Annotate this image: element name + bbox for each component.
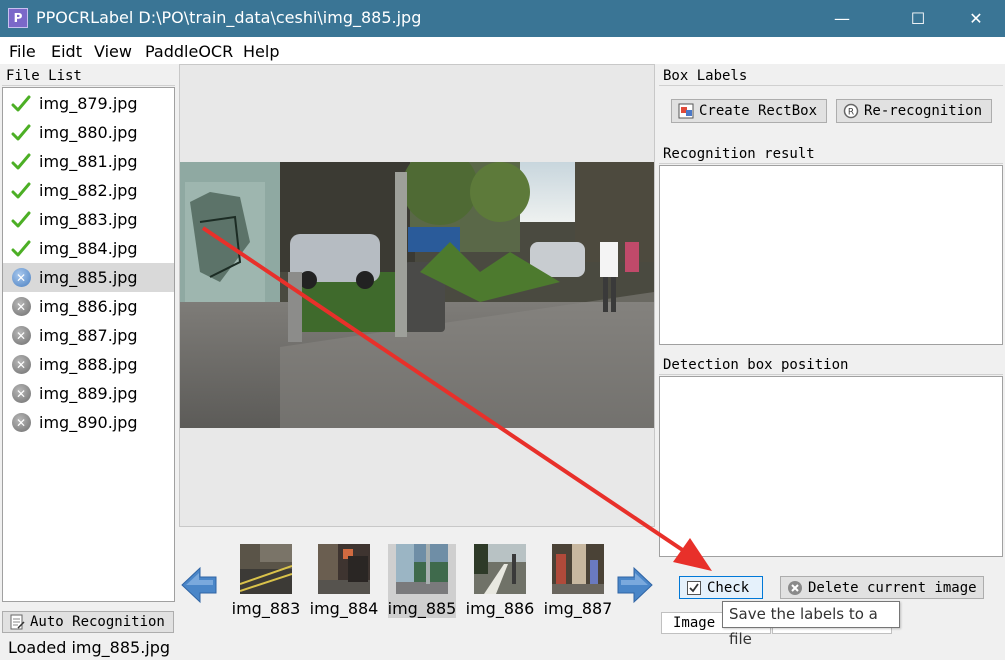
menu-help[interactable]: Help xyxy=(243,42,279,61)
menu-bar: File Eidt View PaddleOCR Help xyxy=(0,37,1005,64)
check-mark-icon xyxy=(11,123,31,143)
thumbnail-item[interactable]: img_884 xyxy=(310,544,378,618)
file-name: img_882.jpg xyxy=(39,181,138,200)
create-rectbox-label: Create RectBox xyxy=(699,103,818,119)
check-mark-icon xyxy=(11,152,31,172)
thumbnail-item[interactable]: img_887 xyxy=(544,544,612,618)
file-list-item[interactable]: ✕ img_886.jpg xyxy=(3,292,174,321)
x-circle-icon: ✕ xyxy=(11,268,31,287)
thumbnail-label: img_883 xyxy=(231,599,301,618)
check-label: Check xyxy=(707,579,750,596)
file-name: img_880.jpg xyxy=(39,123,138,142)
file-name: img_887.jpg xyxy=(39,326,138,345)
file-list-item[interactable]: ✕ img_888.jpg xyxy=(3,350,174,379)
menu-file[interactable]: File xyxy=(9,42,36,61)
x-circle-icon: ✕ xyxy=(11,297,31,316)
file-list-item[interactable]: ✕ img_887.jpg xyxy=(3,321,174,350)
check-button[interactable]: Check xyxy=(679,576,763,599)
file-list-item[interactable]: img_882.jpg xyxy=(3,176,174,205)
unchecked-x-icon: ✕ xyxy=(11,268,31,288)
file-list-item[interactable]: img_880.jpg xyxy=(3,118,174,147)
thumbnail-image xyxy=(318,544,370,594)
file-name: img_886.jpg xyxy=(39,297,138,316)
thumbnail-label: img_887 xyxy=(543,599,613,618)
thumbnail-label: img_885 xyxy=(387,599,457,618)
detection-box-header: Detection box position xyxy=(659,355,1003,375)
auto-recognition-icon xyxy=(9,614,25,630)
file-list-header: File List xyxy=(2,66,175,86)
check-mark-icon xyxy=(11,181,31,201)
rectbox-icon xyxy=(678,103,694,119)
window-title: PPOCRLabel D:\PO\train_data\ceshi\img_88… xyxy=(36,8,422,27)
create-rectbox-button[interactable]: Create RectBox xyxy=(671,99,827,123)
x-circle-icon: ✕ xyxy=(11,326,31,345)
check-mark-icon xyxy=(11,210,31,230)
unchecked-x-icon: ✕ xyxy=(11,384,31,404)
auto-recognition-label: Auto Recognition xyxy=(30,614,165,630)
recognition-result-list[interactable] xyxy=(659,165,1003,345)
unchecked-x-icon: ✕ xyxy=(11,297,31,317)
re-recognition-icon: R xyxy=(843,103,859,119)
file-name: img_883.jpg xyxy=(39,210,138,229)
check-mark-icon xyxy=(11,94,31,114)
thumbnail-image xyxy=(396,544,448,594)
status-bar: Loaded img_885.jpg xyxy=(8,638,171,657)
x-circle-icon: ✕ xyxy=(11,355,31,374)
x-circle-icon: ✕ xyxy=(11,413,31,432)
delete-current-image-button[interactable]: Delete current image xyxy=(780,576,984,599)
re-recognition-button[interactable]: R Re-recognition xyxy=(836,99,992,123)
thumbnail-image xyxy=(474,544,526,594)
street-photo xyxy=(180,162,654,428)
file-list-item[interactable]: ✕ img_890.jpg xyxy=(3,408,174,437)
file-name: img_888.jpg xyxy=(39,355,138,374)
prev-image-arrow[interactable] xyxy=(180,566,218,604)
file-list-item[interactable]: img_883.jpg xyxy=(3,205,174,234)
image-canvas[interactable] xyxy=(179,64,655,527)
maximize-button[interactable]: ☐ xyxy=(895,0,941,37)
unchecked-x-icon: ✕ xyxy=(11,355,31,375)
file-name: img_879.jpg xyxy=(39,94,138,113)
svg-text:R: R xyxy=(848,108,854,118)
menu-view[interactable]: View xyxy=(94,42,132,61)
delete-icon xyxy=(787,580,803,596)
file-name: img_884.jpg xyxy=(39,239,138,258)
file-list-item[interactable]: ✕ img_889.jpg xyxy=(3,379,174,408)
menu-paddleocr[interactable]: PaddleOCR xyxy=(145,42,233,61)
close-button[interactable]: ✕ xyxy=(953,0,999,37)
auto-recognition-button[interactable]: Auto Recognition xyxy=(2,611,174,633)
file-list-item[interactable]: ✕ img_885.jpg xyxy=(3,263,174,292)
recognition-result-header: Recognition result xyxy=(659,144,1003,164)
app-icon: P xyxy=(8,8,28,28)
box-labels-header: Box Labels xyxy=(659,66,1003,86)
file-name: img_881.jpg xyxy=(39,152,138,171)
check-mark-icon xyxy=(11,239,31,259)
next-image-arrow[interactable] xyxy=(616,566,654,604)
thumbnail-item-selected[interactable]: img_885 xyxy=(388,544,456,618)
thumbnail-label: img_886 xyxy=(465,599,535,618)
menu-edit[interactable]: Eidt xyxy=(51,42,82,61)
file-list-item[interactable]: img_884.jpg xyxy=(3,234,174,263)
re-recognition-label: Re-recognition xyxy=(864,103,983,119)
file-name: img_889.jpg xyxy=(39,384,138,403)
title-bar: P PPOCRLabel D:\PO\train_data\ceshi\img_… xyxy=(0,0,1005,37)
thumbnail-image xyxy=(552,544,604,594)
file-name: img_890.jpg xyxy=(39,413,138,432)
unchecked-x-icon: ✕ xyxy=(11,326,31,346)
file-list-item[interactable]: img_881.jpg xyxy=(3,147,174,176)
thumbnail-item[interactable]: img_886 xyxy=(466,544,534,618)
file-list-item[interactable]: img_879.jpg xyxy=(3,89,174,118)
thumbnail-item[interactable]: img_883 xyxy=(232,544,300,618)
check-tooltip: Save the labels to a file xyxy=(722,601,900,648)
x-circle-icon: ✕ xyxy=(11,384,31,403)
minimize-button[interactable]: — xyxy=(819,0,865,37)
checkbox-icon xyxy=(686,580,702,596)
file-name: img_885.jpg xyxy=(39,268,138,287)
thumbnail-image xyxy=(240,544,292,594)
file-list[interactable]: img_879.jpg img_880.jpg img_881.jpg img_882… xyxy=(2,87,175,602)
thumbnail-label: img_884 xyxy=(309,599,379,618)
detection-box-list[interactable] xyxy=(659,376,1003,557)
unchecked-x-icon: ✕ xyxy=(11,413,31,433)
delete-current-image-label: Delete current image xyxy=(808,579,977,596)
